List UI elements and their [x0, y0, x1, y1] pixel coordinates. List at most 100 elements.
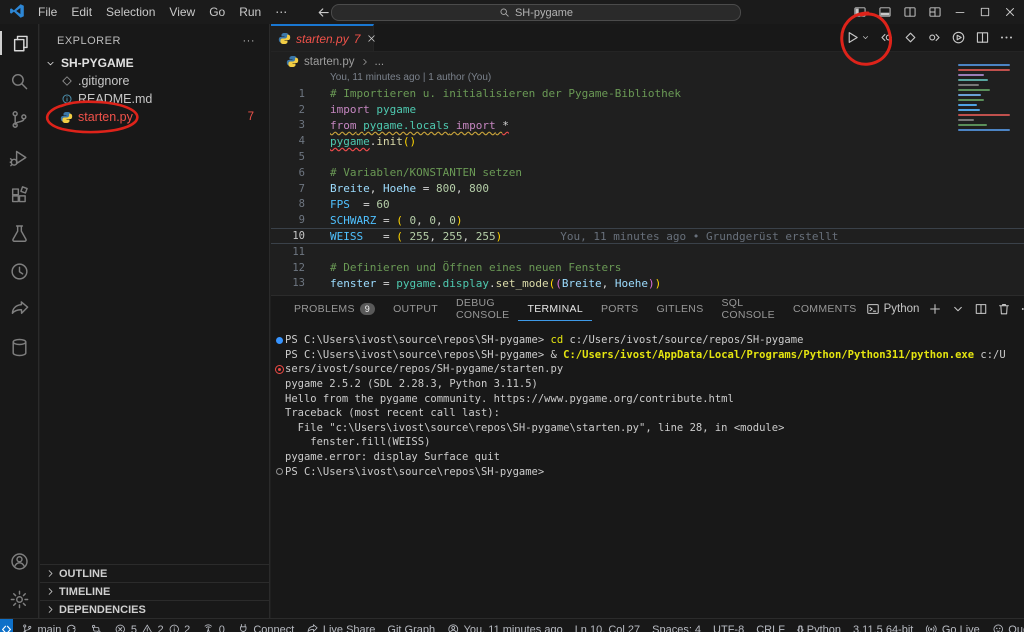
- tab-starten-py[interactable]: starten.py 7: [271, 24, 374, 51]
- close-tab-icon[interactable]: [366, 33, 377, 44]
- activity-source-control[interactable]: [0, 100, 39, 138]
- terminal-dropdown-icon[interactable]: [951, 302, 965, 316]
- status-git-graph[interactable]: Git Graph: [381, 623, 441, 632]
- split-editor-layout-icon[interactable]: [897, 0, 922, 24]
- toggle-sidebar-icon[interactable]: [847, 0, 872, 24]
- menu-selection[interactable]: Selection: [99, 0, 162, 24]
- maximize-icon[interactable]: [972, 0, 997, 24]
- panel-tab-debug-console[interactable]: DEBUG CONSOLE: [447, 296, 518, 321]
- status-go-live[interactable]: Go Live: [919, 623, 985, 632]
- activity-testing[interactable]: [0, 214, 39, 252]
- section-timeline[interactable]: TIMELINE: [40, 582, 269, 600]
- status-branch-indicator[interactable]: main: [15, 623, 84, 632]
- status-indentation[interactable]: Spaces: 4: [646, 623, 707, 632]
- status-compare-changes[interactable]: [84, 623, 109, 632]
- minimap[interactable]: [958, 64, 1010, 144]
- status-eol-sequence[interactable]: CRLF: [750, 623, 791, 632]
- minimize-icon[interactable]: [947, 0, 972, 24]
- split-editor-icon[interactable]: [975, 30, 990, 45]
- file-item-startenpy[interactable]: starten.py7: [40, 108, 269, 126]
- panel-tab-sql-console[interactable]: SQL CONSOLE: [713, 296, 784, 321]
- line-number: 3: [271, 119, 305, 131]
- file-item-READMEmd[interactable]: README.md: [40, 90, 269, 108]
- activity-live-share[interactable]: [0, 290, 39, 328]
- activity-database[interactable]: [0, 328, 39, 366]
- activity-gitlens[interactable]: [0, 252, 39, 290]
- panel-tab-output[interactable]: OUTPUT: [384, 296, 447, 321]
- code-line-3: 3from pygame.locals import *: [271, 118, 1024, 134]
- python-file-icon: [60, 111, 73, 124]
- codelens-blame[interactable]: You, 11 minutes ago | 1 author (You): [330, 72, 491, 83]
- close-window-icon[interactable]: [997, 0, 1022, 24]
- explorer-more-icon[interactable]: ···: [243, 35, 256, 47]
- status-diagnostics[interactable]: 522: [108, 623, 196, 632]
- menu-go[interactable]: Go: [202, 0, 232, 24]
- status-live-share[interactable]: Live Share: [300, 623, 381, 632]
- problems-badge: 7: [248, 111, 254, 123]
- activity-explorer[interactable]: [0, 24, 39, 62]
- chevron-right-icon: [360, 57, 370, 67]
- chevron-down-icon: [45, 58, 56, 69]
- command-center-search[interactable]: SH-pygame: [331, 4, 741, 21]
- code-line-10: 10WEISS = ( 255, 255, 255)You, 11 minute…: [271, 228, 1024, 244]
- status-language-mode[interactable]: {}Python: [791, 623, 847, 632]
- activity-run-and-debug[interactable]: [0, 138, 39, 176]
- more-actions-icon[interactable]: [999, 30, 1014, 45]
- toggle-panel-icon[interactable]: [872, 0, 897, 24]
- panel-tab-comments[interactable]: COMMENTS: [784, 296, 866, 321]
- panel-tab-problems[interactable]: PROBLEMS9: [285, 296, 384, 321]
- section-dependencies[interactable]: DEPENDENCIES: [40, 600, 269, 618]
- menu-view[interactable]: View: [162, 0, 202, 24]
- menu-bar: FileEditSelectionViewGoRun⋯: [31, 0, 294, 24]
- terminal-line-5: Hello from the pygame community. https:/…: [273, 391, 1020, 406]
- status-encoding[interactable]: UTF-8: [707, 623, 750, 632]
- status-forwarded-ports[interactable]: 0: [196, 623, 231, 632]
- file-item-gitignore[interactable]: .gitignore: [40, 72, 269, 90]
- panel-tab-terminal[interactable]: TERMINAL: [518, 296, 592, 321]
- terminal-more-icon[interactable]: [1020, 302, 1024, 316]
- status-quokka[interactable]: Quokka: [986, 623, 1024, 632]
- activity-accounts[interactable]: [0, 542, 39, 580]
- diagnostics-icon: [141, 623, 154, 632]
- remote-icon: [0, 623, 13, 632]
- activity-extensions[interactable]: [0, 176, 39, 214]
- line-number: 1: [271, 88, 305, 100]
- folder-root[interactable]: SH-PYGAME: [40, 54, 269, 72]
- customize-layout-icon[interactable]: [922, 0, 947, 24]
- split-terminal-icon[interactable]: [974, 302, 988, 316]
- new-terminal-icon[interactable]: [928, 302, 942, 316]
- status-python-interpreter[interactable]: 3.11.5 64-bit: [847, 623, 919, 632]
- panel-tab-gitlens[interactable]: GITLENS: [647, 296, 712, 321]
- panel-tab-ports[interactable]: PORTS: [592, 296, 647, 321]
- next-change-icon[interactable]: [927, 30, 942, 45]
- status-bar: main 5220ConnectLive ShareGit Graph You, …: [0, 618, 1024, 632]
- breadcrumb[interactable]: starten.py ...: [271, 53, 1024, 70]
- info-file-icon: [60, 93, 73, 106]
- terminal-output[interactable]: PS C:\Users\ivost\source\repos\SH-pygame…: [273, 333, 1020, 479]
- kill-terminal-icon[interactable]: [997, 302, 1011, 316]
- activity-search[interactable]: [0, 62, 39, 100]
- status-cursor-position[interactable]: Ln 10, Col 27: [569, 623, 646, 632]
- code-editor[interactable]: You, 11 minutes ago | 1 author (You) 1# …: [271, 70, 1024, 295]
- section-outline[interactable]: OUTLINE: [40, 564, 269, 582]
- prev-change-icon[interactable]: [879, 30, 894, 45]
- menu-run[interactable]: Run: [232, 0, 268, 24]
- run-dropdown-icon[interactable]: [861, 33, 870, 42]
- menu-⋯[interactable]: ⋯: [268, 0, 294, 24]
- activity-bar: [0, 24, 39, 618]
- code-line-12: 12# Definieren und Öffnen eines neuen Fe…: [271, 260, 1024, 276]
- line-number: 11: [271, 246, 305, 258]
- panel-actions: Python: [866, 296, 1024, 321]
- remote-indicator[interactable]: [0, 619, 13, 632]
- terminal-shell-item[interactable]: Python: [866, 302, 920, 316]
- menu-edit[interactable]: Edit: [64, 0, 99, 24]
- open-changes-icon[interactable]: [903, 30, 918, 45]
- activity-settings[interactable]: [0, 580, 39, 618]
- menu-file[interactable]: File: [31, 0, 64, 24]
- status-connect[interactable]: Connect: [231, 623, 300, 632]
- run-python-file-icon[interactable]: [845, 30, 860, 45]
- run-or-debug-icon[interactable]: [951, 30, 966, 45]
- go-back-icon[interactable]: [316, 5, 331, 20]
- forwarded-ports-icon: [202, 623, 215, 632]
- status-file-blame[interactable]: You, 11 minutes ago: [441, 623, 569, 632]
